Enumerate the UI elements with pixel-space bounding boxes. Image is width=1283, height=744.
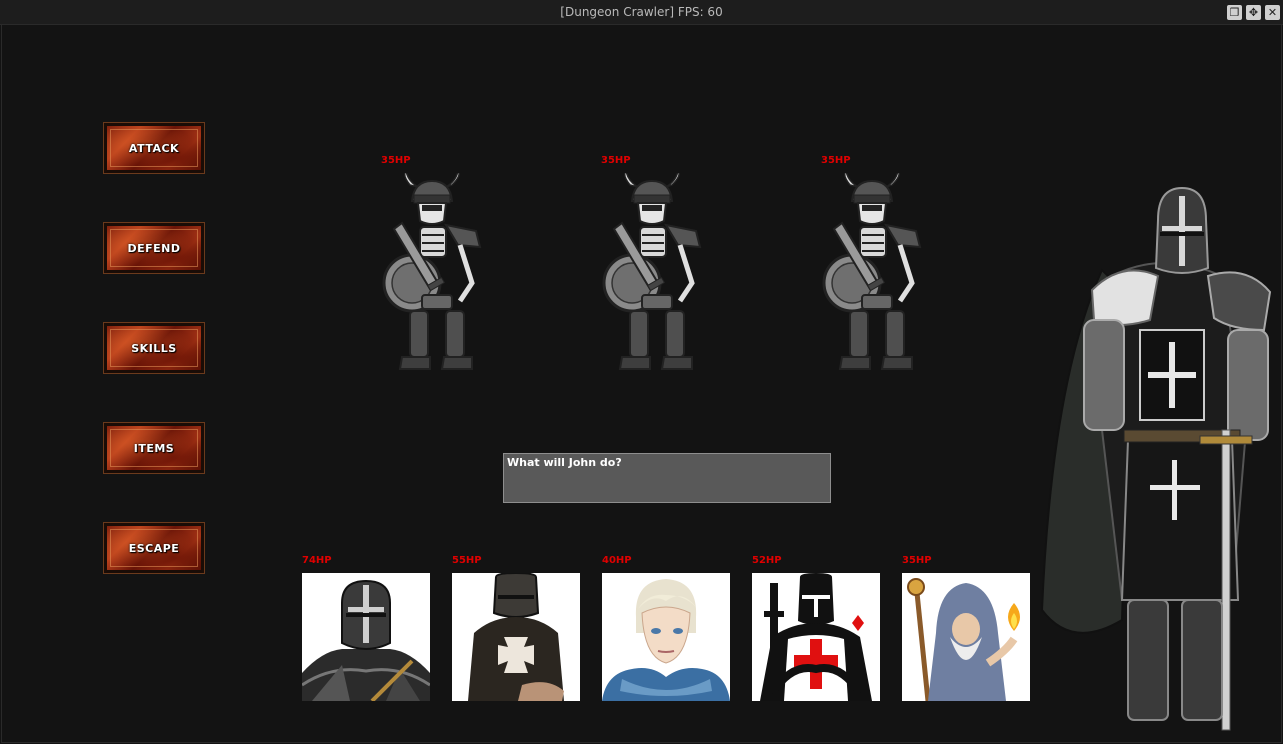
enemy-2-hp: 35HP (601, 155, 631, 166)
party-portrait-templar[interactable] (752, 573, 880, 701)
window-title: [Dungeon Crawler] FPS: 60 (560, 5, 723, 19)
skeleton-warrior-icon (382, 173, 482, 370)
blond-youth-icon (602, 579, 730, 701)
party-portrait-youth[interactable] (602, 573, 730, 701)
attack-button[interactable]: ATTACK (103, 122, 205, 174)
enemy-skeleton-3[interactable] (820, 173, 930, 378)
skeleton-warrior-icon (822, 173, 922, 370)
items-button-label: ITEMS (133, 441, 175, 455)
hospitaller-knight-icon (468, 573, 564, 701)
restore-window-icon[interactable]: ❐ (1227, 5, 1242, 20)
close-window-icon[interactable]: ✕ (1265, 5, 1280, 20)
escape-button[interactable]: ESCAPE (103, 522, 205, 574)
party-member-2-hp: 55HP (452, 555, 482, 566)
wizard-icon (907, 578, 1020, 701)
knight-icon (1040, 186, 1272, 731)
party-portrait-hospitaller[interactable] (452, 573, 580, 701)
skeleton-warrior-icon (602, 173, 702, 370)
game-viewport: ATTACK DEFEND SKILLS ITEMS ESCAPE 35HP 3… (1, 24, 1282, 743)
window-titlebar: [Dungeon Crawler] FPS: 60 ❐ ✥ ✕ (0, 0, 1283, 25)
skills-button[interactable]: SKILLS (103, 322, 205, 374)
skills-button-label: SKILLS (131, 341, 177, 355)
party-member-3-hp: 40HP (602, 555, 632, 566)
enemy-skeleton-2[interactable] (600, 173, 710, 378)
crusader-knight-icon (302, 579, 430, 701)
items-button[interactable]: ITEMS (103, 422, 205, 474)
party-member-4-hp: 52HP (752, 555, 782, 566)
party-member-1-hp: 74HP (302, 555, 332, 566)
battle-dialog-box: What will John do? (503, 453, 831, 503)
enemy-skeleton-1[interactable] (380, 173, 490, 378)
move-window-icon[interactable]: ✥ (1246, 5, 1261, 20)
enemy-1-hp: 35HP (381, 155, 411, 166)
escape-button-label: ESCAPE (128, 541, 180, 555)
defend-button-label: DEFEND (127, 241, 181, 255)
player-knight-artwork (1040, 186, 1272, 731)
defend-button[interactable]: DEFEND (103, 222, 205, 274)
battle-dialog-text: What will John do? (507, 456, 622, 469)
party-portrait-crusader[interactable] (302, 573, 430, 701)
party-member-5-hp: 35HP (902, 555, 932, 566)
enemy-3-hp: 35HP (821, 155, 851, 166)
attack-button-label: ATTACK (128, 141, 180, 155)
templar-knight-icon (760, 573, 872, 701)
party-portrait-wizard[interactable] (902, 573, 1030, 701)
